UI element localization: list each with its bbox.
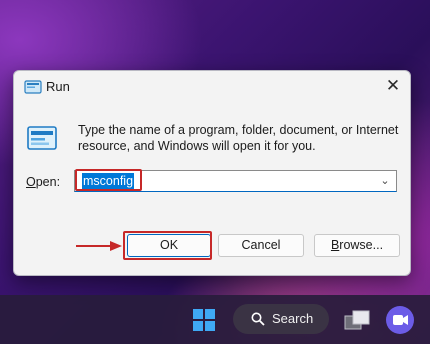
window-title: Run <box>46 79 70 94</box>
run-description: Type the name of a program, folder, docu… <box>78 123 399 153</box>
open-label: Open: <box>26 175 60 189</box>
open-label-text: pen: <box>35 175 61 189</box>
cancel-button[interactable]: Cancel <box>218 234 304 257</box>
run-dialog: Run ✕ Type the name of a program, folder… <box>13 70 411 276</box>
title-bar[interactable]: Run ✕ <box>14 71 410 103</box>
open-input-value[interactable]: msconfig <box>82 173 135 189</box>
dropdown-button[interactable]: ⌄ <box>378 172 392 190</box>
close-button[interactable]: ✕ <box>382 76 404 96</box>
close-icon: ✕ <box>385 76 401 95</box>
taskbar: Search <box>0 295 430 344</box>
search-icon <box>251 312 265 326</box>
search-label: Search <box>272 311 314 326</box>
pointer-arrow-icon <box>76 241 122 251</box>
chevron-down-icon: ⌄ <box>380 175 390 187</box>
ok-button[interactable]: OK <box>127 234 211 257</box>
browse-label: rowse... <box>339 238 384 252</box>
task-view-icon[interactable] <box>344 309 370 331</box>
windows-start-icon[interactable] <box>193 309 215 331</box>
taskbar-search[interactable]: Search <box>233 304 329 334</box>
chat-app-button[interactable] <box>386 306 414 334</box>
video-camera-icon <box>393 315 408 325</box>
run-icon <box>27 126 57 150</box>
open-combobox[interactable]: msconfig ⌄ <box>74 170 397 192</box>
browse-button[interactable]: Browse... <box>314 234 400 257</box>
open-label-mnemonic: O <box>26 175 36 189</box>
run-app-icon <box>24 80 42 94</box>
